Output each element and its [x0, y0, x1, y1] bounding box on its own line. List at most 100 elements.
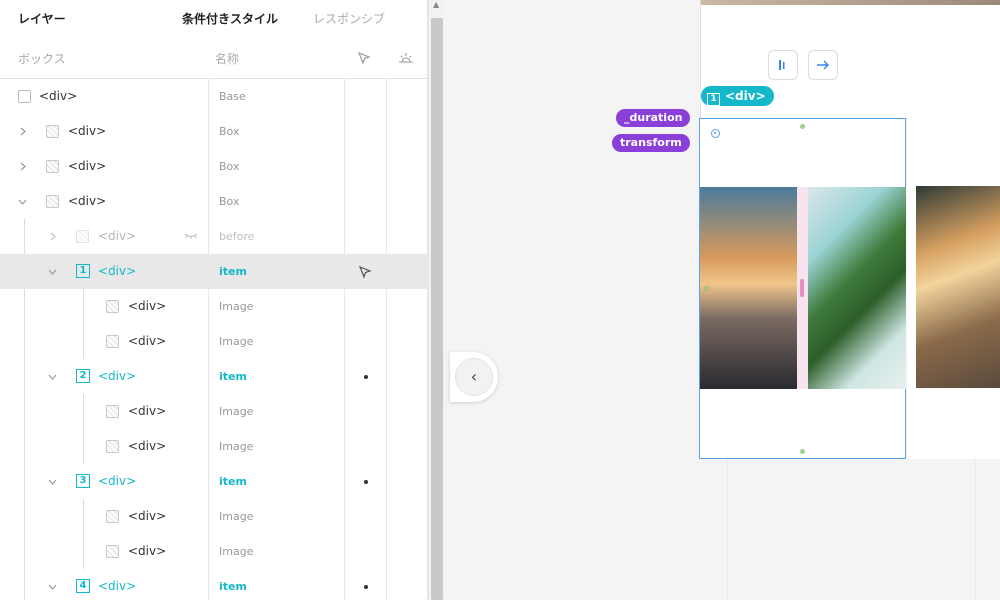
layer-row[interactable]: <div> Image: [0, 499, 428, 534]
layer-name: Image: [219, 405, 254, 418]
collapse-panel-button[interactable]: ‹: [450, 352, 498, 402]
status-dot: [364, 585, 368, 589]
chevron-down-icon[interactable]: [48, 477, 57, 486]
layer-tag: <div>: [98, 474, 137, 488]
image-placeholder-icon: [106, 405, 119, 418]
scroll-up-arrow-icon[interactable]: ▲: [433, 0, 439, 9]
pause-button[interactable]: [768, 50, 798, 80]
next-item-box: [907, 118, 1000, 459]
image-placeholder-icon: [106, 545, 119, 558]
layer-tag: <div>: [98, 264, 137, 278]
layer-tag: <div>: [128, 404, 167, 418]
chevron-down-icon[interactable]: [48, 372, 57, 381]
layer-row[interactable]: <div> before: [0, 219, 428, 254]
chevron-right-icon[interactable]: [18, 162, 27, 171]
cursor-icon[interactable]: [357, 264, 373, 280]
arrow-right-icon: [817, 60, 829, 70]
layer-tag: <div>: [98, 579, 137, 593]
layer-name: Image: [219, 300, 254, 313]
status-dot: [364, 375, 368, 379]
layer-name: item: [219, 580, 247, 593]
layer-tag: <div>: [128, 299, 167, 313]
layer-name: Box: [219, 125, 240, 138]
image-placeholder-icon: [106, 510, 119, 523]
layer-row[interactable]: <div> Box: [0, 149, 428, 184]
layer-tag: <div>: [39, 89, 78, 103]
layer-tag: <div>: [128, 544, 167, 558]
scroll-thumb[interactable]: [431, 18, 443, 600]
layer-row-selected[interactable]: 1 <div> item: [0, 254, 428, 289]
layer-name: Image: [219, 545, 254, 558]
resize-handle-top[interactable]: [800, 124, 805, 129]
layer-row[interactable]: <div> Image: [0, 394, 428, 429]
layer-tag: <div>: [128, 509, 167, 523]
layer-tag: <div>: [128, 334, 167, 348]
chevron-down-icon[interactable]: [18, 197, 27, 206]
radio-indicator-icon[interactable]: [711, 129, 720, 138]
layer-tag: <div>: [98, 229, 137, 243]
layer-row[interactable]: 4 <div> item: [0, 569, 428, 600]
layer-tag: <div>: [68, 194, 107, 208]
layer-name: item: [219, 370, 247, 383]
layer-name: Base: [219, 90, 246, 103]
layer-name: Image: [219, 440, 254, 453]
eye-closed-icon[interactable]: [184, 232, 198, 240]
tab-conditional-styles[interactable]: 条件付きスタイル: [182, 10, 278, 27]
pause-icon: [779, 60, 785, 70]
item-number-badge: 4: [76, 579, 90, 593]
layer-row[interactable]: <div> Image: [0, 324, 428, 359]
selected-element-tag[interactable]: 1 <div>: [701, 86, 774, 106]
column-header-name: 名称: [215, 52, 240, 66]
gap-handle[interactable]: [800, 279, 804, 297]
cursor-column-icon[interactable]: [356, 50, 372, 70]
image-placeholder-icon: [106, 440, 119, 453]
duration-variable-tag[interactable]: _duration: [616, 109, 691, 127]
box-placeholder-icon: [46, 160, 59, 173]
layer-name: before: [219, 230, 255, 243]
status-dot: [364, 480, 368, 484]
layer-row[interactable]: <div> Image: [0, 289, 428, 324]
layer-tag: <div>: [128, 439, 167, 453]
transform-variable-tag[interactable]: transform: [612, 134, 690, 152]
chevron-left-icon[interactable]: ‹: [455, 358, 493, 396]
panel-tabs: レイヤー 条件付きスタイル レスポンシブ: [0, 0, 428, 40]
column-header-box: ボックス: [18, 52, 66, 66]
item-number-badge: 1: [707, 93, 720, 106]
layer-name: Box: [219, 160, 240, 173]
padding-handle-left[interactable]: [704, 286, 709, 291]
gap-divider[interactable]: [797, 187, 808, 389]
layer-tag: <div>: [68, 124, 107, 138]
layer-row[interactable]: <div> Box: [0, 114, 428, 149]
panel-scrollbar[interactable]: ▲: [428, 0, 445, 600]
layer-name: item: [219, 265, 247, 278]
checkbox[interactable]: [18, 90, 31, 103]
image-placeholder-icon: [106, 300, 119, 313]
image-strip: [701, 0, 1000, 5]
layer-name: item: [219, 475, 247, 488]
tropical-beach-image: [808, 187, 906, 389]
selected-item-box[interactable]: [699, 118, 906, 459]
chevron-down-icon[interactable]: [48, 582, 57, 591]
chevron-right-icon[interactable]: [48, 232, 57, 241]
layer-row[interactable]: 3 <div> item: [0, 464, 428, 499]
resize-handle-bottom[interactable]: [800, 449, 805, 454]
layer-row[interactable]: <div> Base: [0, 79, 428, 114]
layer-row[interactable]: <div> Image: [0, 534, 428, 569]
tab-responsive[interactable]: レスポンシブ: [313, 10, 385, 27]
layers-panel: レイヤー 条件付きスタイル レスポンシブ ボックス 名称 <div> Base: [0, 0, 428, 600]
layer-name: Image: [219, 510, 254, 523]
chevron-down-icon[interactable]: [48, 267, 57, 276]
layer-tag: <div>: [98, 369, 137, 383]
sunrise-column-icon[interactable]: [397, 50, 415, 70]
next-button[interactable]: [808, 50, 838, 80]
box-placeholder-icon: [46, 195, 59, 208]
tab-layers[interactable]: レイヤー: [18, 10, 66, 27]
app-window: レイヤー 条件付きスタイル レスポンシブ ボックス 名称 <div> Base: [0, 0, 1000, 600]
chevron-right-icon[interactable]: [18, 127, 27, 136]
layer-row[interactable]: 2 <div> item: [0, 359, 428, 394]
item-number-badge: 3: [76, 474, 90, 488]
layer-name: Box: [219, 195, 240, 208]
layer-row[interactable]: <div> Box: [0, 184, 428, 219]
layer-tag: <div>: [68, 159, 107, 173]
layer-row[interactable]: <div> Image: [0, 429, 428, 464]
